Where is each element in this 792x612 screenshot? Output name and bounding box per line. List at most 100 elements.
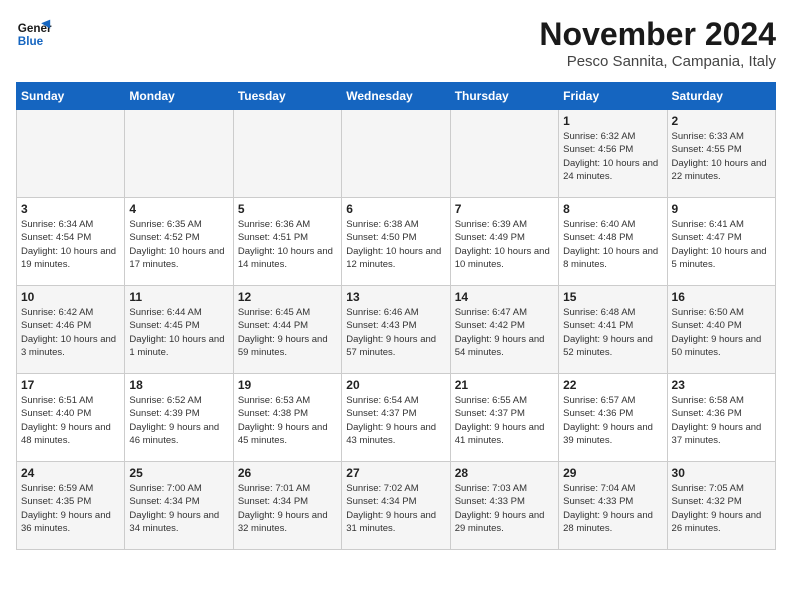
logo: General Blue bbox=[16, 16, 52, 52]
cell-info: Sunrise: 7:03 AM Sunset: 4:33 PM Dayligh… bbox=[455, 482, 554, 535]
calendar-cell: 28 Sunrise: 7:03 AM Sunset: 4:33 PM Dayli… bbox=[450, 462, 558, 550]
title-area: November 2024 Pesco Sannita, Campania, I… bbox=[539, 16, 776, 70]
cell-info: Sunrise: 7:05 AM Sunset: 4:32 PM Dayligh… bbox=[672, 482, 771, 535]
cell-info: Sunrise: 6:38 AM Sunset: 4:50 PM Dayligh… bbox=[346, 218, 445, 271]
calendar-table: SundayMondayTuesdayWednesdayThursdayFrid… bbox=[16, 82, 776, 550]
cell-info: Sunrise: 6:42 AM Sunset: 4:46 PM Dayligh… bbox=[21, 306, 120, 359]
day-number: 17 bbox=[21, 378, 120, 392]
calendar-cell: 1Sunrise: 6:32 AM Sunset: 4:56 PM Daylig… bbox=[559, 110, 667, 198]
day-number: 20 bbox=[346, 378, 445, 392]
calendar-cell: 9 Sunrise: 6:41 AM Sunset: 4:47 PM Daylig… bbox=[667, 198, 775, 286]
calendar-cell: 30 Sunrise: 7:05 AM Sunset: 4:32 PM Dayli… bbox=[667, 462, 775, 550]
day-number: 25 bbox=[129, 466, 228, 480]
day-number: 14 bbox=[455, 290, 554, 304]
day-number: 8 bbox=[563, 202, 662, 216]
calendar-cell: 19 Sunrise: 6:53 AM Sunset: 4:38 PM Dayli… bbox=[233, 374, 341, 462]
cell-info: Sunrise: 6:40 AM Sunset: 4:48 PM Dayligh… bbox=[563, 218, 662, 271]
cell-info: Sunrise: 6:46 AM Sunset: 4:43 PM Dayligh… bbox=[346, 306, 445, 359]
cell-info: Sunrise: 6:47 AM Sunset: 4:42 PM Dayligh… bbox=[455, 306, 554, 359]
day-number: 16 bbox=[672, 290, 771, 304]
cell-info: Sunrise: 6:35 AM Sunset: 4:52 PM Dayligh… bbox=[129, 218, 228, 271]
calendar-cell: 23 Sunrise: 6:58 AM Sunset: 4:36 PM Dayli… bbox=[667, 374, 775, 462]
cell-info: Sunrise: 6:39 AM Sunset: 4:49 PM Dayligh… bbox=[455, 218, 554, 271]
day-number: 2 bbox=[672, 114, 771, 128]
calendar-cell bbox=[342, 110, 450, 198]
col-header-thursday: Thursday bbox=[450, 83, 558, 110]
day-number: 7 bbox=[455, 202, 554, 216]
day-number: 22 bbox=[563, 378, 662, 392]
calendar-cell bbox=[450, 110, 558, 198]
calendar-cell: 14 Sunrise: 6:47 AM Sunset: 4:42 PM Dayli… bbox=[450, 286, 558, 374]
week-row-5: 24 Sunrise: 6:59 AM Sunset: 4:35 PM Dayli… bbox=[17, 462, 776, 550]
cell-info: Sunrise: 6:41 AM Sunset: 4:47 PM Dayligh… bbox=[672, 218, 771, 271]
calendar-cell: 10 Sunrise: 6:42 AM Sunset: 4:46 PM Dayli… bbox=[17, 286, 125, 374]
cell-info: Sunrise: 6:59 AM Sunset: 4:35 PM Dayligh… bbox=[21, 482, 120, 535]
cell-info: Sunrise: 6:50 AM Sunset: 4:40 PM Dayligh… bbox=[672, 306, 771, 359]
cell-info: Sunrise: 6:36 AM Sunset: 4:51 PM Dayligh… bbox=[238, 218, 337, 271]
week-row-1: 1Sunrise: 6:32 AM Sunset: 4:56 PM Daylig… bbox=[17, 110, 776, 198]
calendar-cell: 27Sunrise: 7:02 AM Sunset: 4:34 PM Dayli… bbox=[342, 462, 450, 550]
month-title: November 2024 bbox=[539, 16, 776, 53]
day-number: 10 bbox=[21, 290, 120, 304]
week-row-2: 3 Sunrise: 6:34 AM Sunset: 4:54 PM Daylig… bbox=[17, 198, 776, 286]
day-number: 9 bbox=[672, 202, 771, 216]
calendar-cell: 17 Sunrise: 6:51 AM Sunset: 4:40 PM Dayli… bbox=[17, 374, 125, 462]
col-header-wednesday: Wednesday bbox=[342, 83, 450, 110]
calendar-cell: 5 Sunrise: 6:36 AM Sunset: 4:51 PM Daylig… bbox=[233, 198, 341, 286]
day-number: 3 bbox=[21, 202, 120, 216]
calendar-cell: 15Sunrise: 6:48 AM Sunset: 4:41 PM Dayli… bbox=[559, 286, 667, 374]
day-number: 21 bbox=[455, 378, 554, 392]
day-number: 18 bbox=[129, 378, 228, 392]
cell-info: Sunrise: 6:52 AM Sunset: 4:39 PM Dayligh… bbox=[129, 394, 228, 447]
week-row-3: 10 Sunrise: 6:42 AM Sunset: 4:46 PM Dayli… bbox=[17, 286, 776, 374]
col-header-saturday: Saturday bbox=[667, 83, 775, 110]
calendar-cell: 25 Sunrise: 7:00 AM Sunset: 4:34 PM Dayli… bbox=[125, 462, 233, 550]
cell-info: Sunrise: 6:57 AM Sunset: 4:36 PM Dayligh… bbox=[563, 394, 662, 447]
calendar-cell: 4Sunrise: 6:35 AM Sunset: 4:52 PM Daylig… bbox=[125, 198, 233, 286]
calendar-cell: 12Sunrise: 6:45 AM Sunset: 4:44 PM Dayli… bbox=[233, 286, 341, 374]
day-number: 23 bbox=[672, 378, 771, 392]
col-header-tuesday: Tuesday bbox=[233, 83, 341, 110]
calendar-cell: 2Sunrise: 6:33 AM Sunset: 4:55 PM Daylig… bbox=[667, 110, 775, 198]
header: General Blue November 2024 Pesco Sannita… bbox=[16, 16, 776, 70]
calendar-cell: 7 Sunrise: 6:39 AM Sunset: 4:49 PM Daylig… bbox=[450, 198, 558, 286]
calendar-cell: 8 Sunrise: 6:40 AM Sunset: 4:48 PM Daylig… bbox=[559, 198, 667, 286]
cell-info: Sunrise: 6:45 AM Sunset: 4:44 PM Dayligh… bbox=[238, 306, 337, 359]
calendar-cell: 13 Sunrise: 6:46 AM Sunset: 4:43 PM Dayli… bbox=[342, 286, 450, 374]
calendar-cell: 26 Sunrise: 7:01 AM Sunset: 4:34 PM Dayli… bbox=[233, 462, 341, 550]
svg-text:Blue: Blue bbox=[18, 35, 44, 48]
cell-info: Sunrise: 6:53 AM Sunset: 4:38 PM Dayligh… bbox=[238, 394, 337, 447]
calendar-header-row: SundayMondayTuesdayWednesdayThursdayFrid… bbox=[17, 83, 776, 110]
day-number: 28 bbox=[455, 466, 554, 480]
day-number: 24 bbox=[21, 466, 120, 480]
day-number: 1 bbox=[563, 114, 662, 128]
calendar-cell: 29Sunrise: 7:04 AM Sunset: 4:33 PM Dayli… bbox=[559, 462, 667, 550]
calendar-cell: 22 Sunrise: 6:57 AM Sunset: 4:36 PM Dayli… bbox=[559, 374, 667, 462]
cell-info: Sunrise: 6:58 AM Sunset: 4:36 PM Dayligh… bbox=[672, 394, 771, 447]
cell-info: Sunrise: 6:44 AM Sunset: 4:45 PM Dayligh… bbox=[129, 306, 228, 359]
day-number: 5 bbox=[238, 202, 337, 216]
col-header-sunday: Sunday bbox=[17, 83, 125, 110]
day-number: 30 bbox=[672, 466, 771, 480]
cell-info: Sunrise: 7:00 AM Sunset: 4:34 PM Dayligh… bbox=[129, 482, 228, 535]
calendar-cell: 24 Sunrise: 6:59 AM Sunset: 4:35 PM Dayli… bbox=[17, 462, 125, 550]
calendar-cell: 11Sunrise: 6:44 AM Sunset: 4:45 PM Dayli… bbox=[125, 286, 233, 374]
day-number: 19 bbox=[238, 378, 337, 392]
cell-info: Sunrise: 6:51 AM Sunset: 4:40 PM Dayligh… bbox=[21, 394, 120, 447]
cell-info: Sunrise: 7:01 AM Sunset: 4:34 PM Dayligh… bbox=[238, 482, 337, 535]
cell-info: Sunrise: 6:55 AM Sunset: 4:37 PM Dayligh… bbox=[455, 394, 554, 447]
calendar-cell: 21 Sunrise: 6:55 AM Sunset: 4:37 PM Dayli… bbox=[450, 374, 558, 462]
calendar-cell: 20 Sunrise: 6:54 AM Sunset: 4:37 PM Dayli… bbox=[342, 374, 450, 462]
cell-info: Sunrise: 6:54 AM Sunset: 4:37 PM Dayligh… bbox=[346, 394, 445, 447]
day-number: 29 bbox=[563, 466, 662, 480]
calendar-cell bbox=[125, 110, 233, 198]
calendar-cell: 6Sunrise: 6:38 AM Sunset: 4:50 PM Daylig… bbox=[342, 198, 450, 286]
cell-info: Sunrise: 6:34 AM Sunset: 4:54 PM Dayligh… bbox=[21, 218, 120, 271]
calendar-cell: 18 Sunrise: 6:52 AM Sunset: 4:39 PM Dayli… bbox=[125, 374, 233, 462]
week-row-4: 17 Sunrise: 6:51 AM Sunset: 4:40 PM Dayli… bbox=[17, 374, 776, 462]
col-header-friday: Friday bbox=[559, 83, 667, 110]
logo-icon: General Blue bbox=[16, 16, 52, 52]
day-number: 13 bbox=[346, 290, 445, 304]
day-number: 26 bbox=[238, 466, 337, 480]
calendar-cell bbox=[17, 110, 125, 198]
